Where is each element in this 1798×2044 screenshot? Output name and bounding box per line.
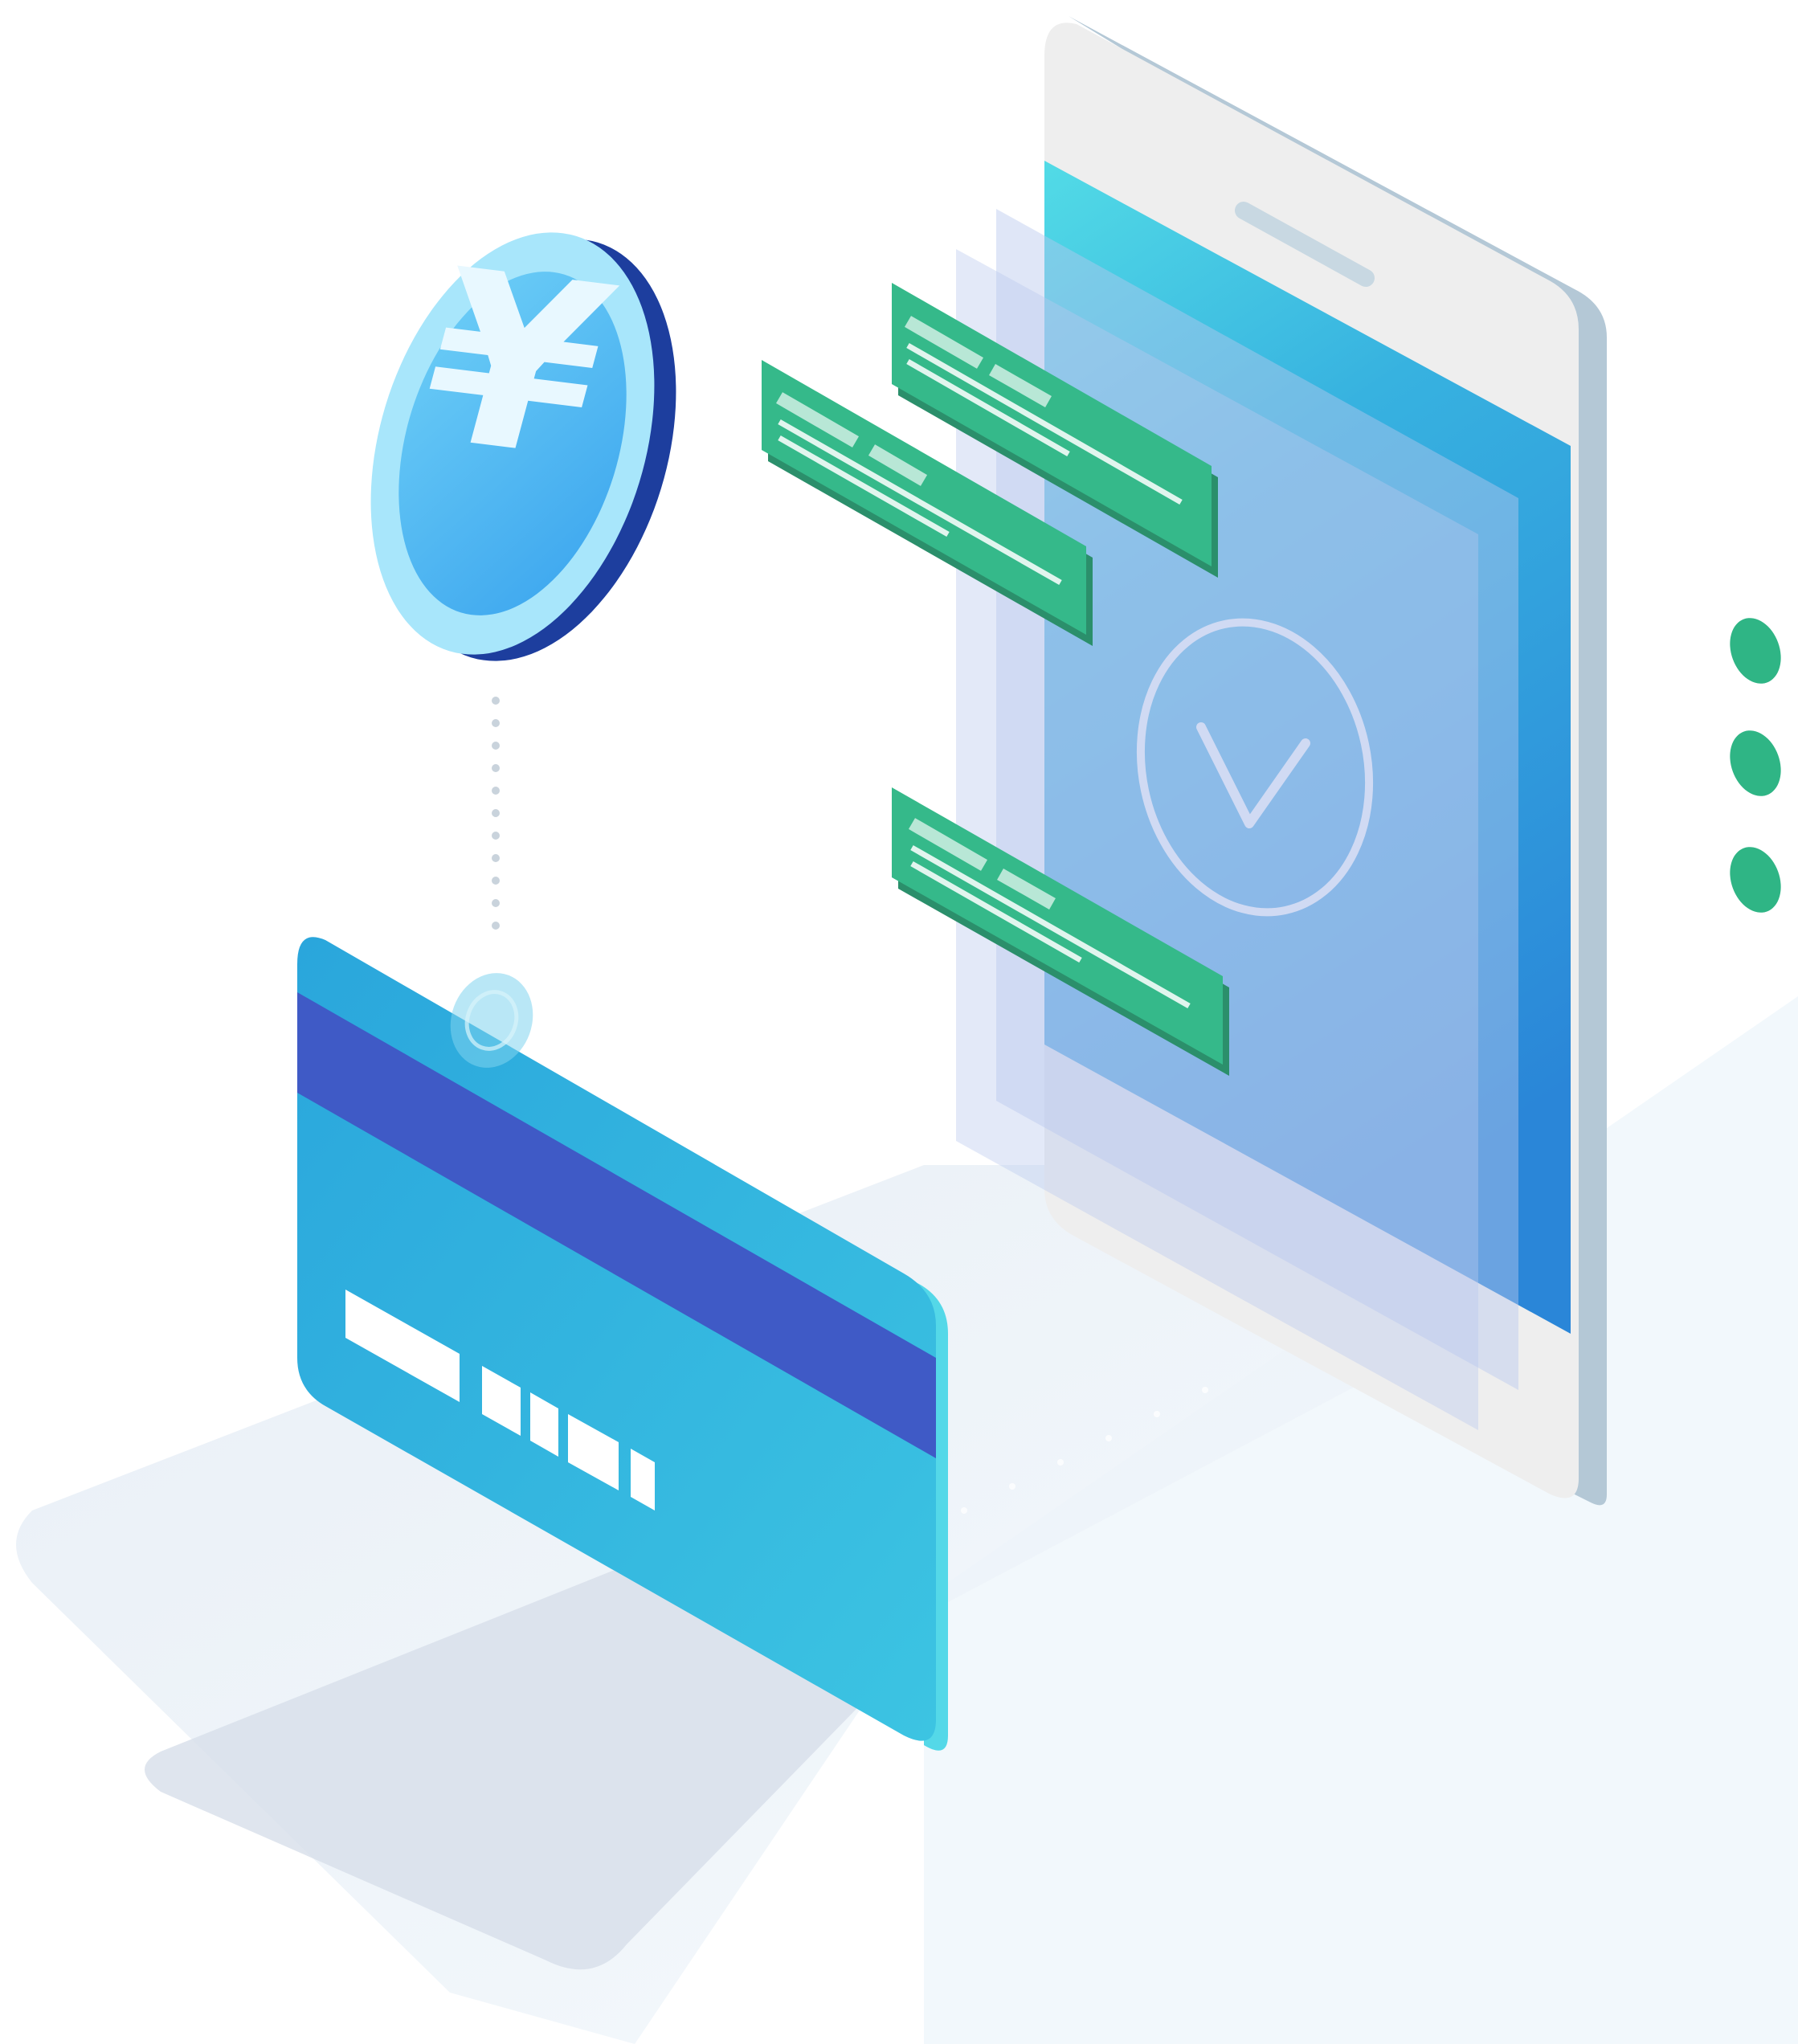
pager-dot-3	[1730, 847, 1781, 913]
pager-dots	[1730, 618, 1781, 913]
mobile-payment-illustration: ¥	[16, 16, 1798, 2044]
yen-coin-icon: ¥	[370, 219, 676, 661]
pager-dot-2	[1730, 730, 1781, 796]
pager-dot-1	[1730, 618, 1781, 684]
dotted-connector	[492, 697, 500, 930]
